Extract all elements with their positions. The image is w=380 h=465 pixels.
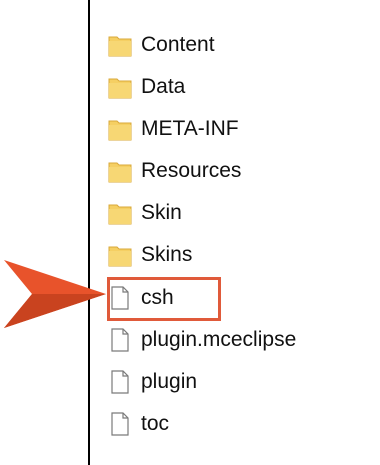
folder-icon <box>108 242 132 268</box>
file-icon <box>108 327 132 353</box>
item-label: Content <box>141 33 215 56</box>
file-item-toc[interactable]: toc <box>108 407 169 441</box>
folder-icon <box>108 200 132 226</box>
folder-item-resources[interactable]: Resources <box>108 154 241 188</box>
item-label: plugin <box>141 370 198 393</box>
folder-icon <box>108 158 132 184</box>
item-label: Skins <box>141 243 193 266</box>
csh-highlight-box <box>107 277 221 321</box>
folder-item-skins[interactable]: Skins <box>108 238 192 272</box>
item-label: Data <box>141 75 186 98</box>
file-item-plugin[interactable]: plugin <box>108 365 197 399</box>
folder-item-data[interactable]: Data <box>108 70 185 104</box>
item-label: plugin.mceclipse <box>141 328 297 351</box>
file-icon <box>108 369 132 395</box>
file-item-plugin-mceclipse[interactable]: plugin.mceclipse <box>108 323 296 357</box>
folder-icon <box>108 32 132 58</box>
folder-icon <box>108 74 132 100</box>
arrow-pointer-icon <box>2 254 108 334</box>
file-icon <box>108 411 132 437</box>
folder-item-content[interactable]: Content <box>108 28 215 62</box>
file-list-pane: Content Data META-INF Resources Skin Ski… <box>88 0 380 465</box>
folder-icon <box>108 116 132 142</box>
folder-item-meta-inf[interactable]: META-INF <box>108 112 239 146</box>
folder-item-skin[interactable]: Skin <box>108 196 182 230</box>
item-label: Skin <box>141 201 182 224</box>
item-label: META-INF <box>141 117 239 140</box>
item-label: toc <box>141 412 170 435</box>
item-label: Resources <box>141 159 242 182</box>
